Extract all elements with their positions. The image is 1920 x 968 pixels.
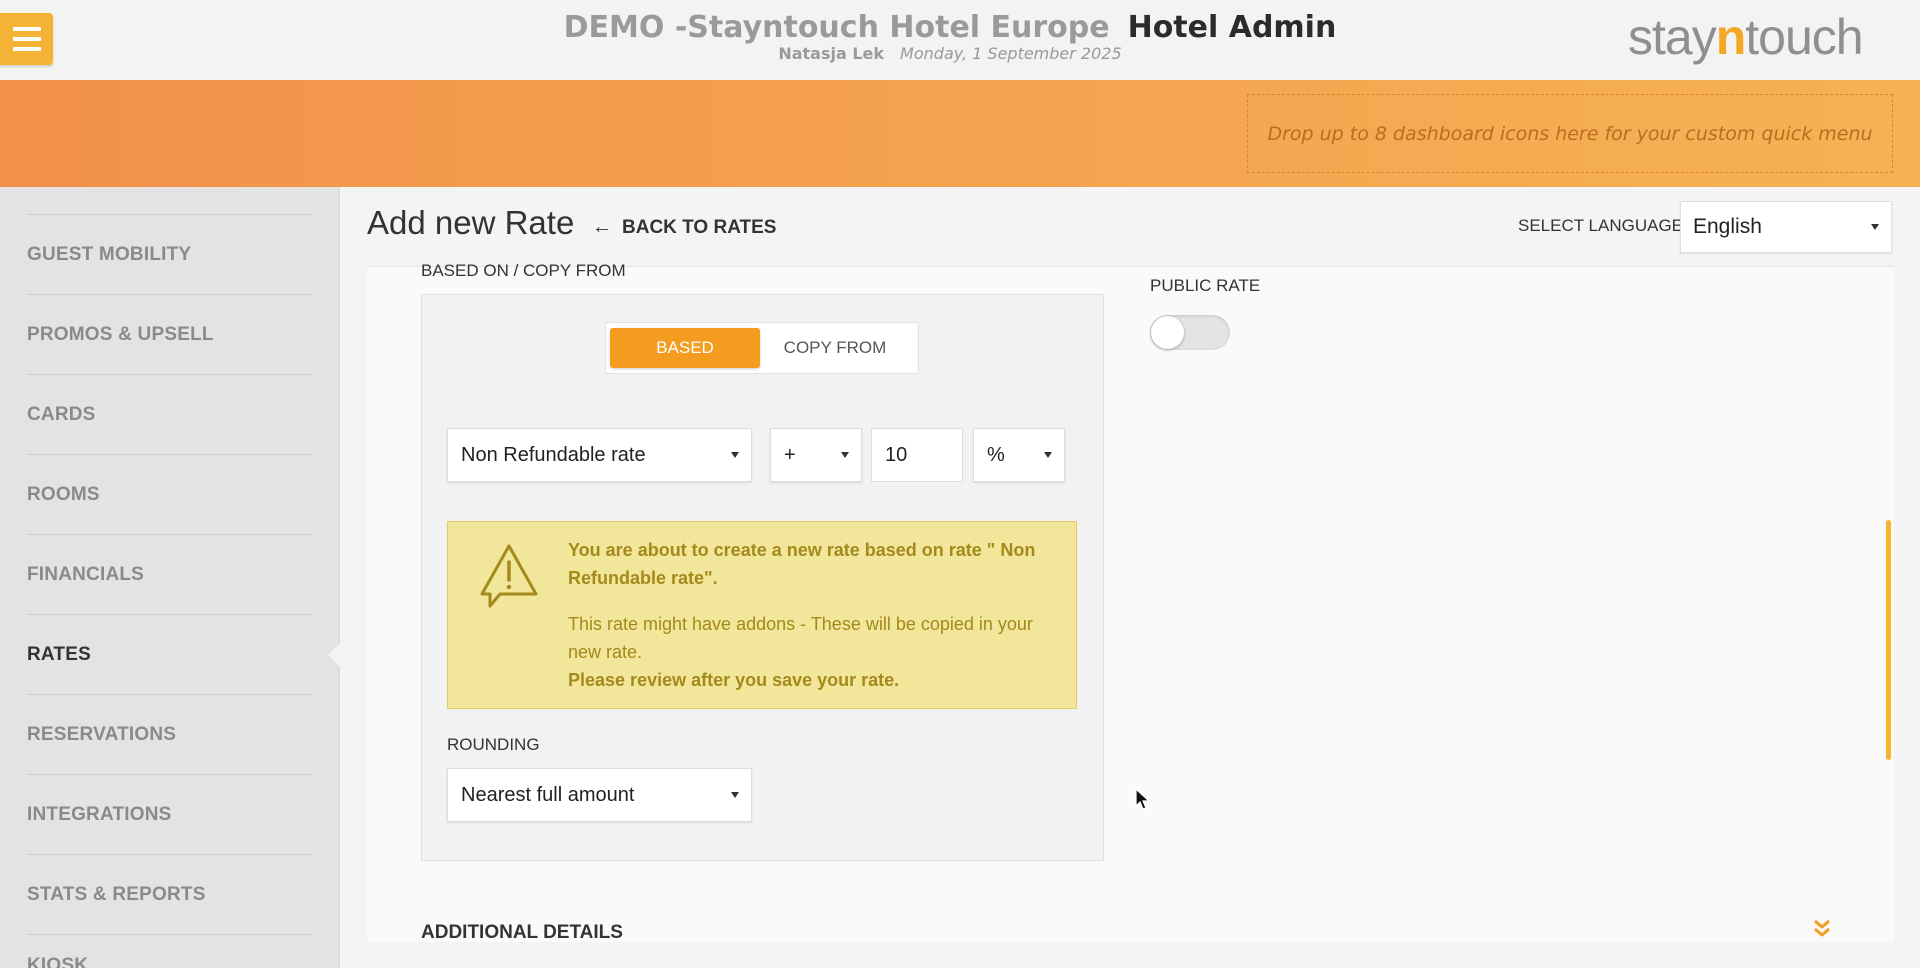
stayntouch-logo: stayntouch: [1628, 8, 1864, 66]
hamburger-icon: [12, 47, 41, 51]
sidebar-item-promos-upsell[interactable]: PROMOS & UPSELL: [27, 294, 313, 374]
rounding-value: Nearest full amount: [461, 783, 635, 806]
warning-review: Please review after you save your rate.: [568, 670, 900, 690]
based-rate-value: Non Refundable rate: [461, 443, 646, 466]
unit-select[interactable]: %: [973, 428, 1065, 482]
caret-down-icon: [1871, 224, 1879, 230]
back-to-rates-label: BACK TO RATES: [622, 216, 777, 238]
copy-from-toggle-button[interactable]: COPY FROM: [760, 328, 910, 368]
warning-triangle-icon: [480, 544, 538, 608]
user-name: Natasja Lek: [778, 44, 885, 63]
based-rate-select[interactable]: Non Refundable rate: [447, 428, 752, 482]
hamburger-menu-button[interactable]: [0, 13, 53, 65]
based-section-label: BASED ON / COPY FROM: [421, 261, 626, 279]
warning-text: You are about to create a new rate based…: [568, 536, 1058, 694]
public-rate-label: PUBLIC RATE: [1150, 276, 1261, 295]
warning-title: You are about to create a new rate based…: [568, 540, 1036, 588]
hamburger-icon: [12, 27, 41, 31]
copy-warning-box: You are about to create a new rate based…: [447, 521, 1077, 709]
sidebar-item-reservations[interactable]: RESERVATIONS: [27, 694, 313, 774]
back-to-rates-link[interactable]: ← BACK TO RATES: [592, 216, 776, 239]
arrow-left-icon: ←: [592, 216, 612, 238]
sidebar-item-rates[interactable]: RATES: [27, 614, 313, 694]
caret-down-icon: [1044, 452, 1052, 458]
logo-accent: n: [1715, 9, 1747, 65]
language-value: English: [1693, 215, 1762, 238]
sidebar-item-financials[interactable]: FINANCIALS: [27, 534, 313, 614]
top-bar: DEMO -Stayntouch Hotel Europe Hotel Admin…: [0, 0, 1920, 80]
sidebar-item-kiosk[interactable]: KIOSK: [27, 934, 313, 968]
sidebar-item-integrations[interactable]: INTEGRATIONS: [27, 774, 313, 854]
caret-down-icon: [731, 452, 739, 458]
select-language-label: SELECT LANGUAGE: [1518, 216, 1684, 235]
sidebar-item-stats-reports[interactable]: STATS & REPORTS: [27, 854, 313, 934]
rounding-select[interactable]: Nearest full amount: [447, 768, 752, 822]
logo-prefix: stay: [1628, 9, 1717, 65]
operator-select[interactable]: +: [770, 428, 862, 482]
app-name: Hotel Admin: [1127, 10, 1337, 45]
amount-input[interactable]: 10: [871, 428, 963, 482]
hotel-name: DEMO -Stayntouch Hotel Europe: [563, 10, 1110, 45]
mouse-cursor-icon: [1135, 788, 1151, 810]
unit-value: %: [987, 443, 1005, 466]
header-title-block: DEMO -Stayntouch Hotel Europe Hotel Admin…: [560, 8, 1340, 64]
hamburger-icon: [12, 37, 41, 41]
caret-down-icon: [731, 792, 739, 798]
logo-suffix: touch: [1745, 9, 1863, 65]
sidebar-item-rooms[interactable]: ROOMS: [27, 454, 313, 534]
rounding-label: ROUNDING: [447, 735, 540, 754]
current-date: Monday, 1 September 2025: [900, 44, 1122, 63]
language-select[interactable]: English: [1680, 201, 1892, 253]
operator-value: +: [784, 443, 796, 466]
scrollbar-thumb[interactable]: [1886, 520, 1891, 760]
based-toggle-button[interactable]: BASED: [610, 328, 760, 368]
based-copy-toggle: BASED COPY FROM: [605, 322, 919, 374]
quick-menu-dropzone[interactable]: Drop up to 8 dashboard icons here for yo…: [1247, 94, 1893, 173]
caret-down-icon: [841, 452, 849, 458]
warning-body: This rate might have addons - These will…: [568, 614, 1033, 662]
sidebar-item-guest-mobility[interactable]: GUEST MOBILITY: [27, 214, 313, 294]
toggle-knob: [1151, 316, 1184, 349]
active-item-pointer: [328, 641, 342, 669]
public-rate-toggle[interactable]: [1150, 315, 1230, 350]
sidebar-item-cards[interactable]: CARDS: [27, 374, 313, 454]
double-chevron-down-icon[interactable]: [1812, 918, 1832, 940]
additional-details-heading[interactable]: ADDITIONAL DETAILS: [421, 922, 623, 944]
page-title: Add new Rate: [367, 204, 575, 241]
hotel-title: DEMO -Stayntouch Hotel Europe Hotel Admin: [560, 8, 1340, 48]
